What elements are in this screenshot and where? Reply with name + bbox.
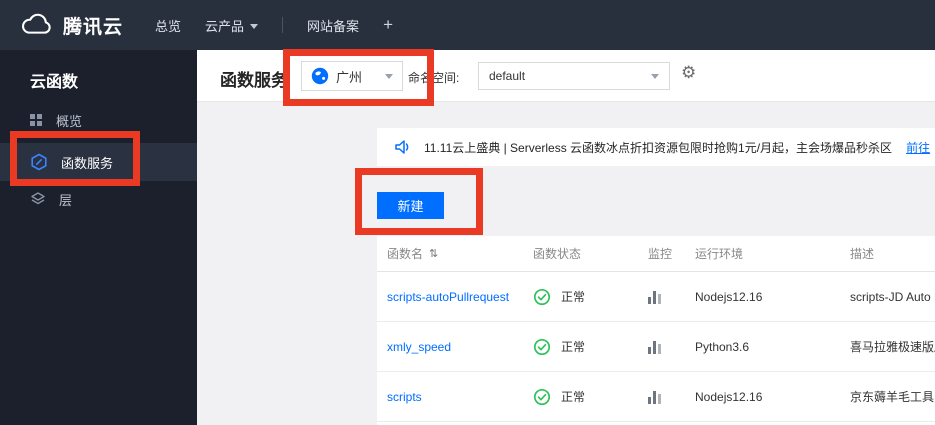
- promo-banner-text: 11.11云上盛典 | Serverless 云函数冰点折扣资源包限时抢购1元/…: [424, 140, 893, 155]
- namespace-label: 命名空间:: [408, 71, 460, 85]
- nav-products[interactable]: 云产品: [205, 16, 259, 35]
- namespace-selector[interactable]: default: [478, 62, 670, 90]
- status-label: 正常: [561, 340, 586, 354]
- runtime-value: Nodejs12.16: [695, 389, 763, 404]
- sidebar-item-layers-label: 层: [59, 192, 73, 208]
- description-value: scripts-JD Auto P: [850, 289, 935, 304]
- sidebar-item-overview-label: 概览: [56, 113, 83, 129]
- layers-icon: [31, 192, 45, 205]
- nav-overview[interactable]: 总览: [155, 16, 181, 35]
- brand-logo[interactable]: 腾讯云: [18, 12, 123, 39]
- scf-hexagon-icon: [31, 153, 47, 171]
- nav-website-record[interactable]: 网站备案: [307, 16, 359, 35]
- nav-overview-label: 总览: [155, 18, 182, 34]
- function-name-link[interactable]: xmly_speed: [377, 340, 533, 354]
- sidebar-item-function-service[interactable]: 函数服务: [0, 143, 197, 181]
- monitor-bars-icon[interactable]: [648, 390, 695, 404]
- page-header: 函数服务 广州 命名空间: default ⚙: [197, 50, 935, 102]
- monitor-bars-icon[interactable]: [648, 340, 695, 354]
- top-navbar: 腾讯云 总览 云产品 网站备案 +: [0, 0, 935, 50]
- function-name-link[interactable]: scripts-autoPullrequest: [377, 290, 533, 304]
- status-ok-icon: [533, 338, 551, 355]
- region-selector[interactable]: 广州: [301, 61, 403, 91]
- chevron-down-icon: [385, 73, 393, 79]
- table-row: xmly_speed 正常 Python3.6 喜马拉雅极速版刷: [377, 322, 935, 372]
- table-row: scripts 正常 Nodejs12.16 京东薅羊毛工具: [377, 372, 935, 422]
- sidebar-title: 云函数: [30, 74, 79, 91]
- region-value: 广州: [336, 69, 363, 85]
- function-table: 函数名 ⇅ 函数状态 监控 运行环境 描述 scripts-autoPullre…: [377, 236, 935, 425]
- column-header-name: 函数名 ⇅: [377, 245, 533, 262]
- sort-icon[interactable]: ⇅: [429, 247, 438, 260]
- sidebar-item-overview[interactable]: 概览: [0, 106, 197, 134]
- globe-icon: [311, 67, 329, 85]
- table-row: scripts-autoPullrequest 正常 Nodejs12.16 s…: [377, 272, 935, 322]
- promo-go-link[interactable]: 前往: [906, 139, 930, 156]
- description-value: 京东薅羊毛工具: [850, 390, 935, 404]
- nav-products-label: 云产品: [205, 18, 245, 34]
- top-nav-links: 总览 云产品 网站备案 +: [155, 15, 393, 35]
- column-header-name-label: 函数名: [387, 247, 424, 261]
- tencent-cloud-console: 腾讯云 总览 云产品 网站备案 + 云函数 概览 函数服务 层 函数服务 广州 …: [0, 0, 935, 425]
- table-body: scripts-autoPullrequest 正常 Nodejs12.16 s…: [377, 272, 935, 422]
- table-header-row: 函数名 ⇅ 函数状态 监控 运行环境 描述: [377, 236, 935, 272]
- column-header-monitor: 监控: [648, 247, 673, 261]
- chevron-down-icon: [250, 23, 259, 29]
- function-name-link[interactable]: scripts: [377, 390, 533, 404]
- sidebar-item-function-service-label: 函数服务: [61, 155, 114, 171]
- status-label: 正常: [561, 290, 586, 304]
- status-ok-icon: [533, 388, 551, 405]
- megaphone-icon: [395, 140, 409, 154]
- runtime-value: Nodejs12.16: [695, 289, 763, 304]
- status-label: 正常: [561, 390, 586, 404]
- grid-icon: [30, 113, 43, 127]
- chevron-down-icon: [651, 73, 659, 79]
- description-value: 喜马拉雅极速版刷: [850, 340, 935, 354]
- namespace-value: default: [489, 69, 526, 83]
- column-header-status: 函数状态: [533, 247, 582, 261]
- column-header-runtime: 运行环境: [695, 247, 744, 261]
- monitor-bars-icon[interactable]: [648, 290, 695, 304]
- sidebar: 云函数 概览 函数服务 层: [0, 50, 197, 425]
- create-function-button[interactable]: 新建: [377, 192, 444, 219]
- gear-icon[interactable]: ⚙: [681, 64, 696, 81]
- brand-name: 腾讯云: [63, 16, 124, 38]
- add-tab-button[interactable]: +: [383, 15, 393, 35]
- page-title: 函数服务: [220, 71, 288, 90]
- column-header-desc: 描述: [850, 247, 875, 261]
- sidebar-item-layers[interactable]: 层: [0, 185, 197, 213]
- promo-banner: 11.11云上盛典 | Serverless 云函数冰点折扣资源包限时抢购1元/…: [377, 128, 935, 166]
- status-cell: 正常: [533, 388, 648, 406]
- nav-divider: [282, 17, 284, 33]
- runtime-value: Python3.6: [695, 339, 750, 354]
- status-cell: 正常: [533, 338, 648, 356]
- status-ok-icon: [533, 288, 551, 305]
- status-cell: 正常: [533, 288, 648, 306]
- nav-website-record-label: 网站备案: [307, 18, 360, 34]
- cloud-logo-icon: [22, 13, 51, 34]
